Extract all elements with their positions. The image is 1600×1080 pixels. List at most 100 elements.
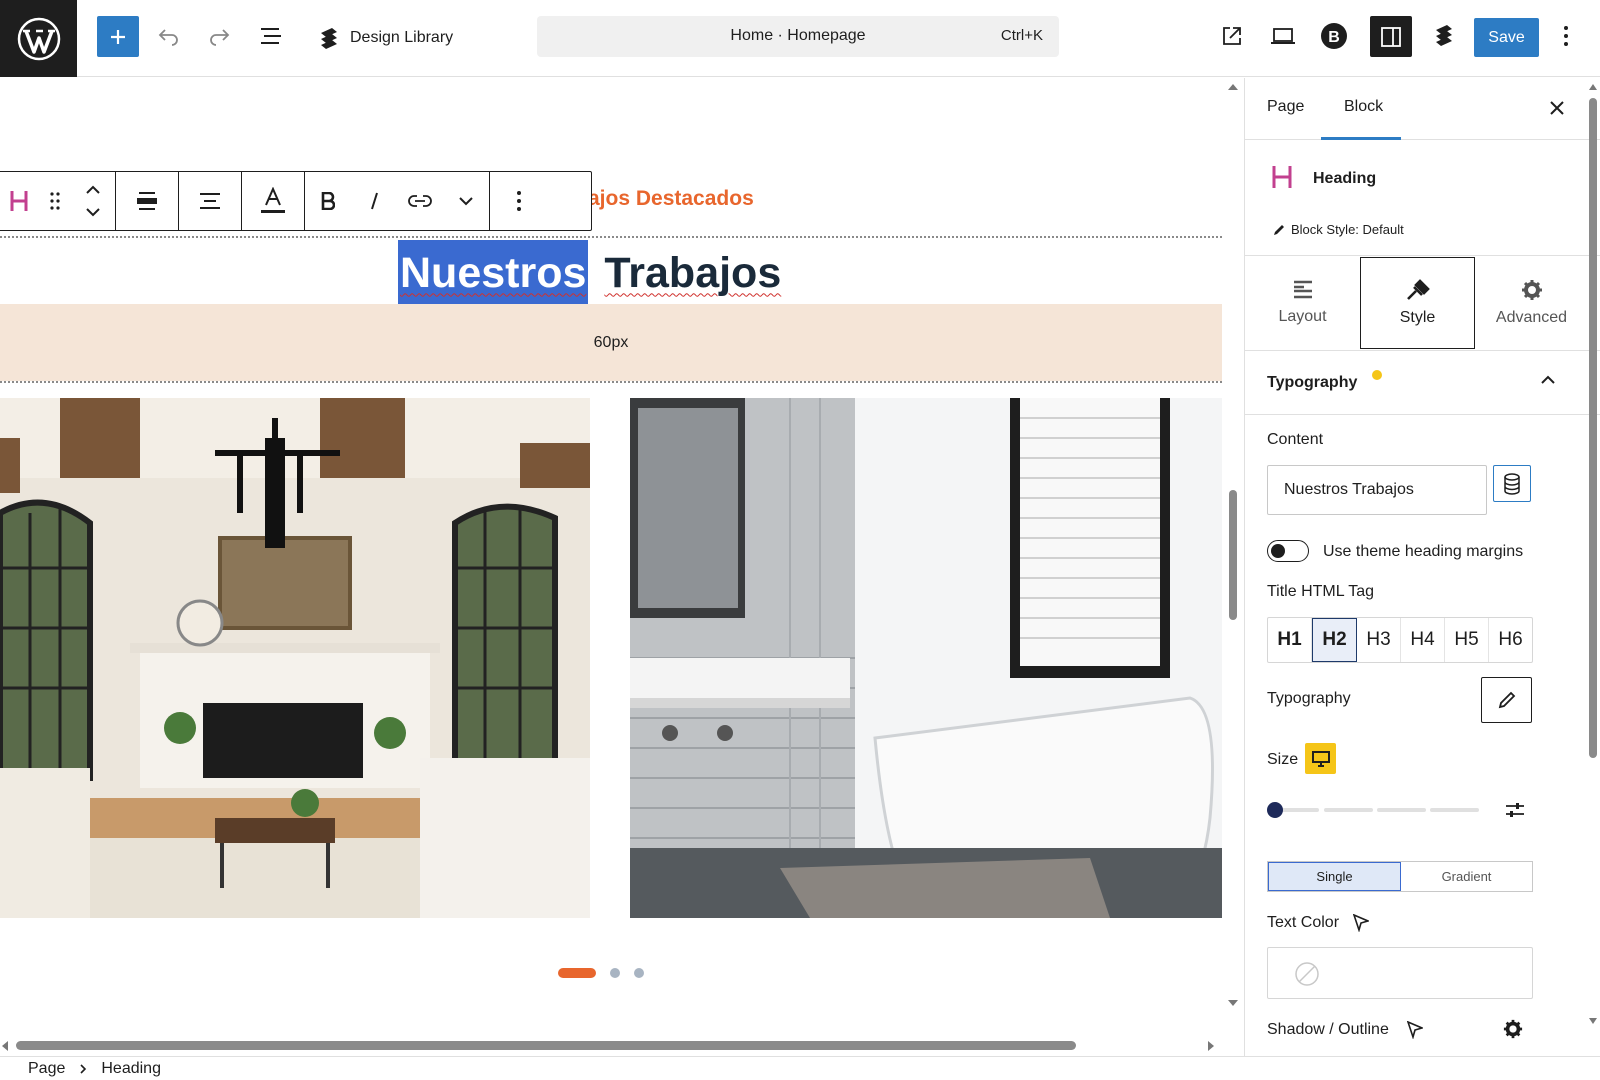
heading-block-icon (10, 191, 28, 211)
more-formatting-button[interactable] (443, 172, 489, 230)
spacer-height-label: 60px (593, 333, 629, 351)
tag-h1-button[interactable]: H1 (1268, 618, 1312, 662)
typography-label: Typography (1267, 690, 1351, 707)
list-view-icon (261, 28, 281, 44)
tag-h5-button[interactable]: H5 (1445, 618, 1489, 662)
gradient-color-option[interactable]: Gradient (1401, 862, 1532, 891)
gear-icon[interactable] (1503, 1019, 1523, 1039)
link-icon (408, 195, 432, 207)
desktop-icon (1271, 28, 1295, 44)
block-style-selector[interactable]: Block Style: Default (1273, 222, 1404, 237)
tab-style[interactable]: Style (1360, 257, 1475, 349)
add-block-button[interactable] (97, 16, 139, 57)
view-page-button[interactable] (1216, 20, 1248, 52)
color-mode-toggle: Single Gradient (1267, 861, 1533, 892)
spacer-block[interactable]: 60px (0, 304, 1222, 381)
breadcrumb-heading[interactable]: Heading (101, 1060, 161, 1078)
pencil-icon (1274, 224, 1284, 235)
typography-panel-header[interactable]: Typography (1245, 351, 1600, 415)
tag-h3-button[interactable]: H3 (1357, 618, 1401, 662)
block-breadcrumb: Page Heading (0, 1056, 1600, 1080)
selected-text[interactable]: Nuestros (398, 240, 589, 306)
block-style-label: Block Style: Default (1291, 222, 1404, 237)
bathroom-image[interactable] (630, 398, 1222, 918)
tab-layout[interactable]: Layout (1245, 257, 1360, 349)
settings-sidebar-toggle[interactable] (1370, 16, 1412, 57)
preview-device-button[interactable] (1265, 20, 1301, 52)
block-options-button[interactable] (490, 172, 548, 230)
cursor-arrow-icon[interactable] (1407, 1021, 1423, 1039)
drag-handle-icon (50, 192, 60, 210)
no-color-icon (1295, 962, 1319, 986)
tag-h6-button[interactable]: H6 (1489, 618, 1532, 662)
canvas-vertical-scrollbar[interactable] (1222, 78, 1244, 1056)
section-subtitle[interactable]: ajos Destacados (588, 187, 754, 211)
settings-sidebar: Page Block Heading Block Style: Default … (1244, 78, 1600, 1056)
link-button[interactable] (397, 172, 443, 230)
cursor-arrow-icon[interactable] (1353, 914, 1369, 932)
block-title: Heading (1313, 170, 1377, 187)
stackable-settings-button[interactable] (1428, 20, 1460, 52)
move-up-down-button[interactable] (73, 172, 113, 230)
command-palette-bar[interactable]: Home · Homepage Ctrl+K (537, 16, 1059, 57)
block-outline-top (0, 236, 1222, 238)
document-title: Home · Homepage (730, 27, 866, 44)
save-button[interactable]: Save (1474, 18, 1539, 57)
bold-button[interactable] (305, 172, 351, 230)
block-alignment-button[interactable] (116, 172, 178, 230)
options-menu-button[interactable] (1554, 20, 1578, 52)
pencil-icon (1498, 691, 1515, 709)
content-input[interactable]: Nuestros Trabajos (1267, 465, 1487, 515)
text-color-picker[interactable] (1267, 947, 1533, 999)
bold-icon (321, 192, 335, 210)
block-type-button[interactable] (1, 172, 37, 230)
drag-handle[interactable] (37, 172, 73, 230)
plugin-b-button[interactable]: B (1318, 20, 1350, 52)
carousel-dot[interactable] (610, 968, 620, 978)
more-vertical-icon (1564, 26, 1568, 46)
tab-advanced[interactable]: Advanced (1474, 257, 1589, 349)
tab-style-label: Style (1399, 309, 1436, 326)
undo-icon (158, 29, 178, 46)
tab-page[interactable]: Page (1267, 98, 1304, 116)
external-link-icon (1223, 27, 1241, 45)
editor-canvas[interactable]: ajos Destacados Nuestros Trabajos 60px (0, 78, 1222, 1056)
slider-thumb[interactable] (1267, 802, 1283, 818)
close-sidebar-button[interactable] (1545, 96, 1569, 120)
plugin-b-icon: B (1321, 23, 1347, 49)
breadcrumb-page[interactable]: Page (28, 1060, 65, 1078)
carousel-dot[interactable] (634, 968, 644, 978)
wordpress-logo-icon[interactable] (0, 0, 77, 77)
carousel-dot-active[interactable] (558, 968, 596, 978)
single-color-option[interactable]: Single (1268, 862, 1401, 891)
canvas-horizontal-scrollbar[interactable] (0, 1036, 1222, 1056)
responsive-device-button[interactable] (1305, 743, 1336, 774)
html-tag-selector: H1 H2 H3 H4 H5 H6 (1267, 617, 1533, 663)
italic-button[interactable] (351, 172, 397, 230)
layout-icon (1293, 280, 1312, 299)
size-slider[interactable] (1267, 800, 1482, 820)
sidebar-scrollbar[interactable] (1586, 78, 1600, 1056)
text-align-button[interactable] (179, 172, 241, 230)
redo-button[interactable] (205, 20, 233, 52)
living-room-image[interactable] (0, 398, 590, 918)
custom-size-button[interactable] (1503, 800, 1527, 820)
inspector-tabs: Layout Style Advanced (1245, 257, 1600, 351)
dynamic-content-button[interactable] (1493, 465, 1531, 502)
undo-button[interactable] (155, 20, 183, 52)
theme-margins-label: Use theme heading margins (1323, 543, 1524, 560)
theme-margins-toggle[interactable] (1267, 540, 1309, 562)
gear-icon (1521, 280, 1542, 300)
text-color-button[interactable] (242, 172, 304, 230)
heading-text[interactable]: Trabajos (604, 249, 781, 298)
design-library-button[interactable]: Design Library (318, 22, 453, 54)
tag-h2-button[interactable]: H2 (1312, 618, 1357, 662)
text-color-label: Text Color (1267, 914, 1340, 931)
tag-h4-button[interactable]: H4 (1401, 618, 1445, 662)
size-label: Size (1267, 751, 1299, 768)
document-overview-button[interactable] (256, 20, 286, 52)
tab-block[interactable]: Block (1344, 98, 1383, 116)
content-label: Content (1267, 431, 1324, 448)
edit-typography-button[interactable] (1481, 677, 1532, 723)
heading-block[interactable]: Nuestros Trabajos (398, 240, 781, 306)
